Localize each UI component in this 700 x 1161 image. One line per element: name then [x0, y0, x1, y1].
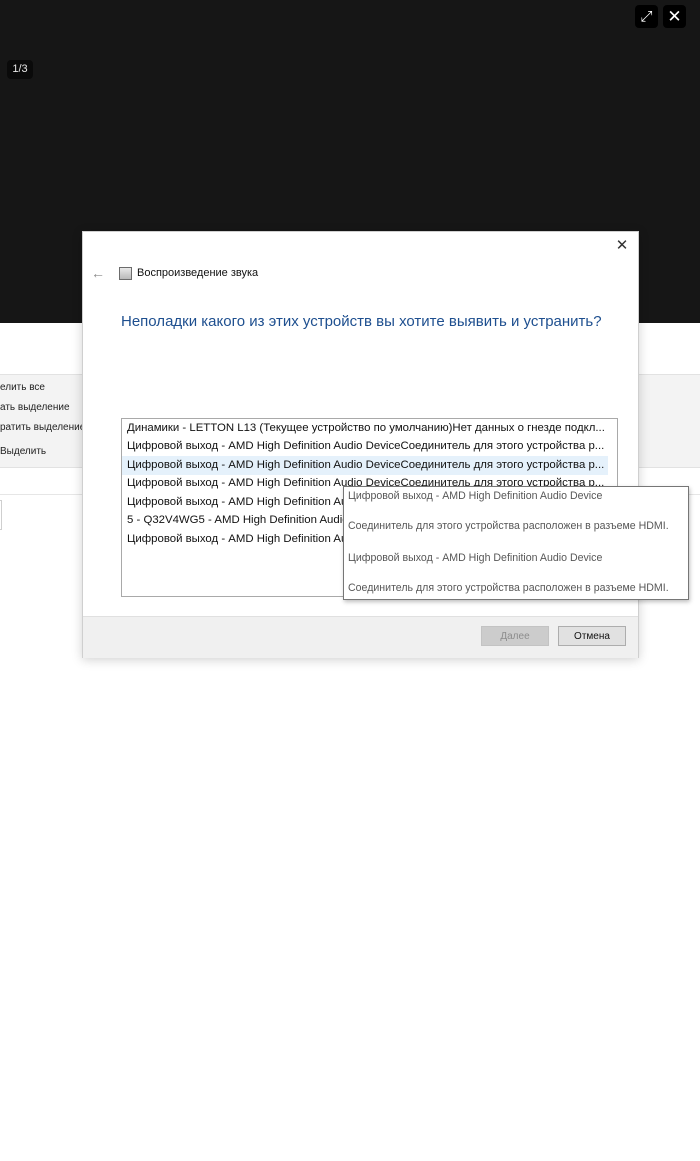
list-item[interactable]: Цифровой выход - AMD High Definition Aud… — [122, 437, 608, 456]
tooltip-line: Цифровой выход - AMD High Definition Aud… — [348, 490, 603, 502]
next-button[interactable]: Далее — [481, 626, 549, 646]
speaker-app-icon — [119, 267, 132, 280]
page-heading: Неполадки какого из этих устройств вы хо… — [121, 313, 602, 330]
bg-input-edge — [0, 500, 2, 530]
list-item[interactable]: Динамики - LETTON L13 (Текущее устройств… — [122, 419, 608, 438]
cancel-button[interactable]: Отмена — [558, 626, 626, 646]
bg-select-all: елить все — [0, 382, 45, 393]
bg-clear-selection: ать выделение — [0, 402, 70, 413]
back-arrow-icon[interactable]: ← — [91, 265, 105, 281]
dialog-footer: Далее Отмена — [83, 616, 638, 658]
tooltip-line: Цифровой выход - AMD High Definition Aud… — [348, 552, 603, 564]
dialog-title: Воспроизведение звука — [137, 267, 259, 279]
tooltip-line: Соединитель для этого устройства располо… — [348, 582, 669, 594]
expand-icon[interactable]: ⤢ — [635, 5, 658, 28]
close-icon[interactable]: ✕ — [663, 5, 686, 28]
list-item-selected[interactable]: Цифровой выход - AMD High Definition Aud… — [122, 456, 608, 475]
close-icon[interactable]: ✕ — [614, 238, 630, 254]
image-counter: 1/3 — [7, 60, 33, 79]
tooltip-line: Соединитель для этого устройства располо… — [348, 520, 669, 532]
device-tooltip: Цифровой выход - AMD High Definition Aud… — [343, 486, 689, 600]
bg-invert-selection: ратить выделение — [0, 422, 86, 433]
bg-select-group: Выделить — [0, 446, 47, 457]
